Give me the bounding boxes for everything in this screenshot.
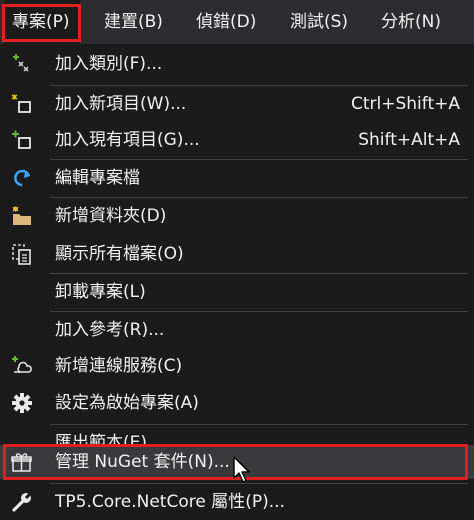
show-all-files-icon xyxy=(10,243,34,265)
gear-icon xyxy=(10,392,34,414)
menu-item-label: 加入參考(R)... xyxy=(55,320,165,340)
add-class-icon xyxy=(10,53,34,75)
menu-item-new-folder[interactable]: 新增資料夾(D) xyxy=(0,198,474,234)
menu-item-unload-project[interactable]: 卸載專案(L) xyxy=(0,274,474,310)
project-menu-highlight xyxy=(2,4,81,42)
menu-item-add-reference[interactable]: 加入參考(R)... xyxy=(0,312,474,348)
project-dropdown-menu: 加入類別(F)... 加入新項目(W)... Ctrl+Shift+A 加入現有… xyxy=(0,44,474,520)
menu-item-label: 編輯專案檔 xyxy=(55,168,140,188)
menu-item-label: 卸載專案(L) xyxy=(55,282,146,302)
menu-item-label: 設定為啟始專案(A) xyxy=(55,393,199,413)
add-existing-item-icon xyxy=(10,129,34,151)
shortcut-label: Ctrl+Shift+A xyxy=(350,94,460,114)
menu-item-label: 新增連線服務(C) xyxy=(55,356,183,376)
menu-item-label: 新增資料夾(D) xyxy=(55,206,167,226)
menu-item-label: 加入類別(F)... xyxy=(55,54,163,74)
menu-item-label: 顯示所有檔案(O) xyxy=(55,244,184,264)
menu-item-add-connected-service[interactable]: 新增連線服務(C) xyxy=(0,348,474,384)
menu-item-show-all-files[interactable]: 顯示所有檔案(O) xyxy=(0,236,474,272)
menu-item-add-class[interactable]: 加入類別(F)... xyxy=(0,46,474,82)
add-new-item-icon xyxy=(10,93,34,115)
menu-item-label: 加入現有項目(G)... xyxy=(55,130,200,150)
menu-debug[interactable]: 偵錯(D) xyxy=(196,0,256,44)
menu-analyze[interactable]: 分析(N) xyxy=(381,0,441,44)
menu-item-add-existing-item[interactable]: 加入現有項目(G)... Shift+Alt+A xyxy=(0,122,474,158)
menu-item-label: TP5.Core.NetCore 屬性(P)... xyxy=(55,492,285,512)
edit-project-icon xyxy=(10,167,34,189)
mouse-cursor-icon xyxy=(233,456,250,483)
menu-build[interactable]: 建置(B) xyxy=(104,0,163,44)
menu-item-set-startup-project[interactable]: 設定為啟始專案(A) xyxy=(0,385,474,421)
menu-item-label: 加入新項目(W)... xyxy=(55,94,187,114)
connected-service-icon xyxy=(10,355,34,377)
menu-item-edit-project-file[interactable]: 編輯專案檔 xyxy=(0,160,474,196)
menu-item-project-properties[interactable]: TP5.Core.NetCore 屬性(P)... xyxy=(0,484,474,520)
wrench-icon xyxy=(10,491,34,513)
shortcut-label: Shift+Alt+A xyxy=(358,130,460,150)
new-folder-icon xyxy=(10,205,34,227)
menu-test[interactable]: 測試(S) xyxy=(290,0,348,44)
menu-item-add-new-item[interactable]: 加入新項目(W)... Ctrl+Shift+A xyxy=(0,86,474,122)
